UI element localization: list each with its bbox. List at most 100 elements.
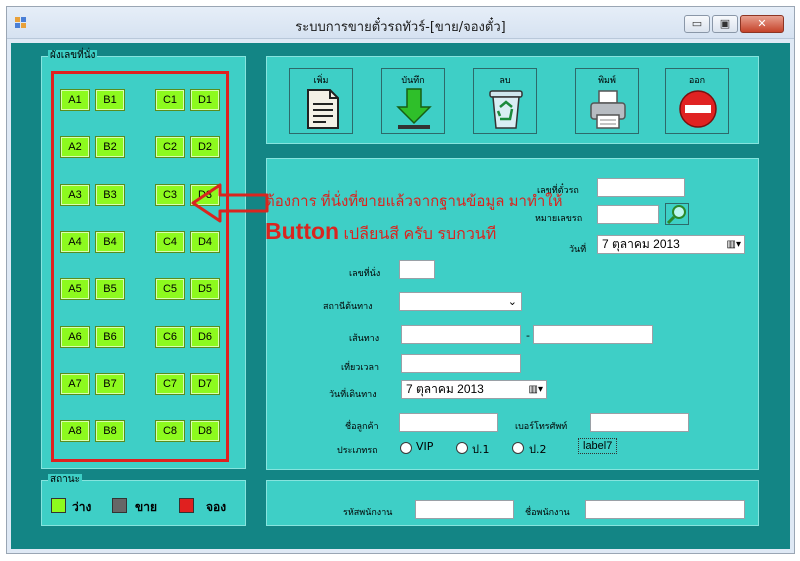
- origin-label: สถานีต้นทาง: [323, 302, 373, 312]
- seat-button[interactable]: A7: [60, 372, 90, 395]
- calendar-dropdown-icon[interactable]: ▥▾: [529, 381, 543, 398]
- seat-button[interactable]: C1: [155, 89, 185, 111]
- window-title: ระบบการขายตั๋วรถทัวร์-[ขาย/จองตั๋ว]: [295, 20, 506, 35]
- route-separator: -: [526, 329, 530, 342]
- date-label: วันที่: [569, 245, 587, 255]
- status-title: สถานะ: [48, 474, 82, 486]
- document-icon: [307, 89, 339, 129]
- download-arrow-icon: [396, 88, 432, 129]
- route-to-field[interactable]: [533, 325, 653, 344]
- seat-button[interactable]: B3: [95, 183, 125, 206]
- seat-button[interactable]: B4: [95, 230, 125, 253]
- seat-button[interactable]: D2: [190, 136, 220, 159]
- bus-type-p1-radio[interactable]: [456, 442, 468, 454]
- bus-no-label: หมายเลขรถ: [535, 214, 583, 224]
- seat-button[interactable]: A6: [60, 325, 90, 348]
- add-button-label: เพิ่ม: [313, 76, 329, 86]
- seat-button[interactable]: B1: [95, 89, 125, 111]
- seat-button[interactable]: D1: [190, 89, 220, 111]
- seat-button[interactable]: C8: [155, 420, 185, 443]
- bus-type-vip-radio[interactable]: [400, 442, 412, 454]
- phone-label: เบอร์โทรศัพท์: [515, 422, 568, 432]
- app-window: ระบบการขายตั๋วรถทัวร์-[ขาย/จองตั๋ว] ▭ ▣ …: [6, 6, 795, 554]
- save-button-label: บันทึก: [401, 76, 425, 86]
- annotation-line-1: ต้องการ ที่นั่งที่ขายแล้วจากฐานข้อมูล มา…: [265, 193, 563, 210]
- minimize-button[interactable]: ▭: [684, 15, 710, 33]
- seat-button[interactable]: D5: [190, 278, 220, 301]
- seat-button[interactable]: D8: [190, 420, 220, 443]
- seat-button[interactable]: C5: [155, 278, 185, 301]
- seat-button[interactable]: B5: [95, 278, 125, 301]
- stop-icon: [679, 90, 717, 128]
- legend-sold-swatch: [112, 498, 127, 513]
- bus-no-field[interactable]: [597, 205, 659, 224]
- seat-button[interactable]: B8: [95, 420, 125, 443]
- annotation-line-2-rest: เปลียนสี ครับ รบกวนที: [339, 226, 497, 243]
- seat-button[interactable]: A3: [60, 183, 90, 206]
- seat-button[interactable]: A5: [60, 278, 90, 301]
- seat-button[interactable]: B7: [95, 372, 125, 395]
- annotation-line-2-emphasis: Button: [265, 218, 340, 244]
- maximize-icon: ▣: [719, 17, 731, 30]
- depart-date-picker[interactable]: 7 ตุลาคม 2013 ▥▾: [401, 380, 547, 399]
- chevron-down-icon: ⌄: [507, 295, 517, 308]
- maximize-button[interactable]: ▣: [712, 15, 738, 33]
- search-button[interactable]: [665, 203, 689, 225]
- legend-sold-label: ขาย: [135, 500, 157, 514]
- seat-button[interactable]: C4: [155, 230, 185, 253]
- seat-no-field[interactable]: [399, 260, 435, 279]
- annotation-line-2: Button เปลียนสี ครับ รบกวนที: [265, 218, 496, 247]
- seat-button[interactable]: C6: [155, 325, 185, 348]
- seat-highlight-frame: [51, 71, 229, 462]
- legend-available-label: ว่าง: [72, 500, 92, 514]
- seat-button[interactable]: C7: [155, 372, 185, 395]
- route-from-field[interactable]: [401, 325, 521, 344]
- phone-field[interactable]: [590, 413, 689, 432]
- bus-type-p1-label[interactable]: ป.1: [472, 440, 489, 458]
- label7: label7: [578, 438, 618, 454]
- legend-reserved-swatch: [179, 498, 194, 513]
- seat-button[interactable]: D7: [190, 372, 220, 395]
- employee-code-field[interactable]: [415, 500, 514, 519]
- seat-button[interactable]: A2: [60, 136, 90, 159]
- bus-type-p2-label[interactable]: ป.2: [529, 440, 546, 458]
- add-button[interactable]: เพิ่ม: [289, 68, 353, 134]
- close-button[interactable]: ✕: [740, 15, 784, 33]
- annotation-arrow-icon: [191, 183, 269, 223]
- bus-type-vip-label[interactable]: VIP: [416, 440, 433, 453]
- date-value: 7 ตุลาคม 2013: [602, 237, 680, 251]
- seat-button[interactable]: C2: [155, 136, 185, 159]
- seat-button[interactable]: A4: [60, 230, 90, 253]
- seat-button[interactable]: A8: [60, 420, 90, 443]
- delete-button-label: ลบ: [499, 76, 511, 86]
- customer-name-field[interactable]: [399, 413, 498, 432]
- seat-button[interactable]: B6: [95, 325, 125, 348]
- seat-no-label: เลขที่นั่ง: [349, 269, 381, 279]
- bus-type-label: ประเภทรถ: [337, 446, 378, 456]
- title-bar: ระบบการขายตั๋วรถทัวร์-[ขาย/จองตั๋ว] ▭ ▣ …: [7, 7, 794, 39]
- origin-select[interactable]: ⌄: [399, 292, 522, 311]
- recycle-bin-icon: [489, 90, 523, 129]
- seat-map-group: ผังเลขที่นั่ง A1 B1 C1 D1 A2 B2 C2 D2 A3 B3 C3 D3 A4…: [41, 50, 246, 469]
- seat-button[interactable]: D6: [190, 325, 220, 348]
- date-picker[interactable]: 7 ตุลาคม 2013 ▥▾: [597, 235, 745, 254]
- bus-type-p2-radio[interactable]: [512, 442, 524, 454]
- seat-button[interactable]: B2: [95, 136, 125, 159]
- seat-button[interactable]: D4: [190, 230, 220, 253]
- toolbar-group: เพิ่ม บันทึก ลบ พิมพ์ ออก: [266, 56, 759, 144]
- search-icon: [666, 205, 686, 225]
- employee-name-field[interactable]: [585, 500, 745, 519]
- exit-button[interactable]: ออก: [665, 68, 729, 134]
- print-button-label: พิมพ์: [598, 76, 616, 86]
- print-button[interactable]: พิมพ์: [575, 68, 639, 134]
- trip-time-label: เที่ยวเวลา: [341, 363, 380, 373]
- ticket-no-field[interactable]: [597, 178, 685, 197]
- calendar-dropdown-icon[interactable]: ▥▾: [727, 236, 741, 253]
- delete-button[interactable]: ลบ: [473, 68, 537, 134]
- employee-group: รหัสพนักงาน ชื่อพนักงาน: [266, 480, 759, 526]
- trip-time-field[interactable]: [401, 354, 521, 373]
- printer-icon: [590, 90, 626, 129]
- seat-button[interactable]: C3: [155, 183, 185, 206]
- save-button[interactable]: บันทึก: [381, 68, 445, 134]
- seat-button[interactable]: A1: [60, 89, 90, 111]
